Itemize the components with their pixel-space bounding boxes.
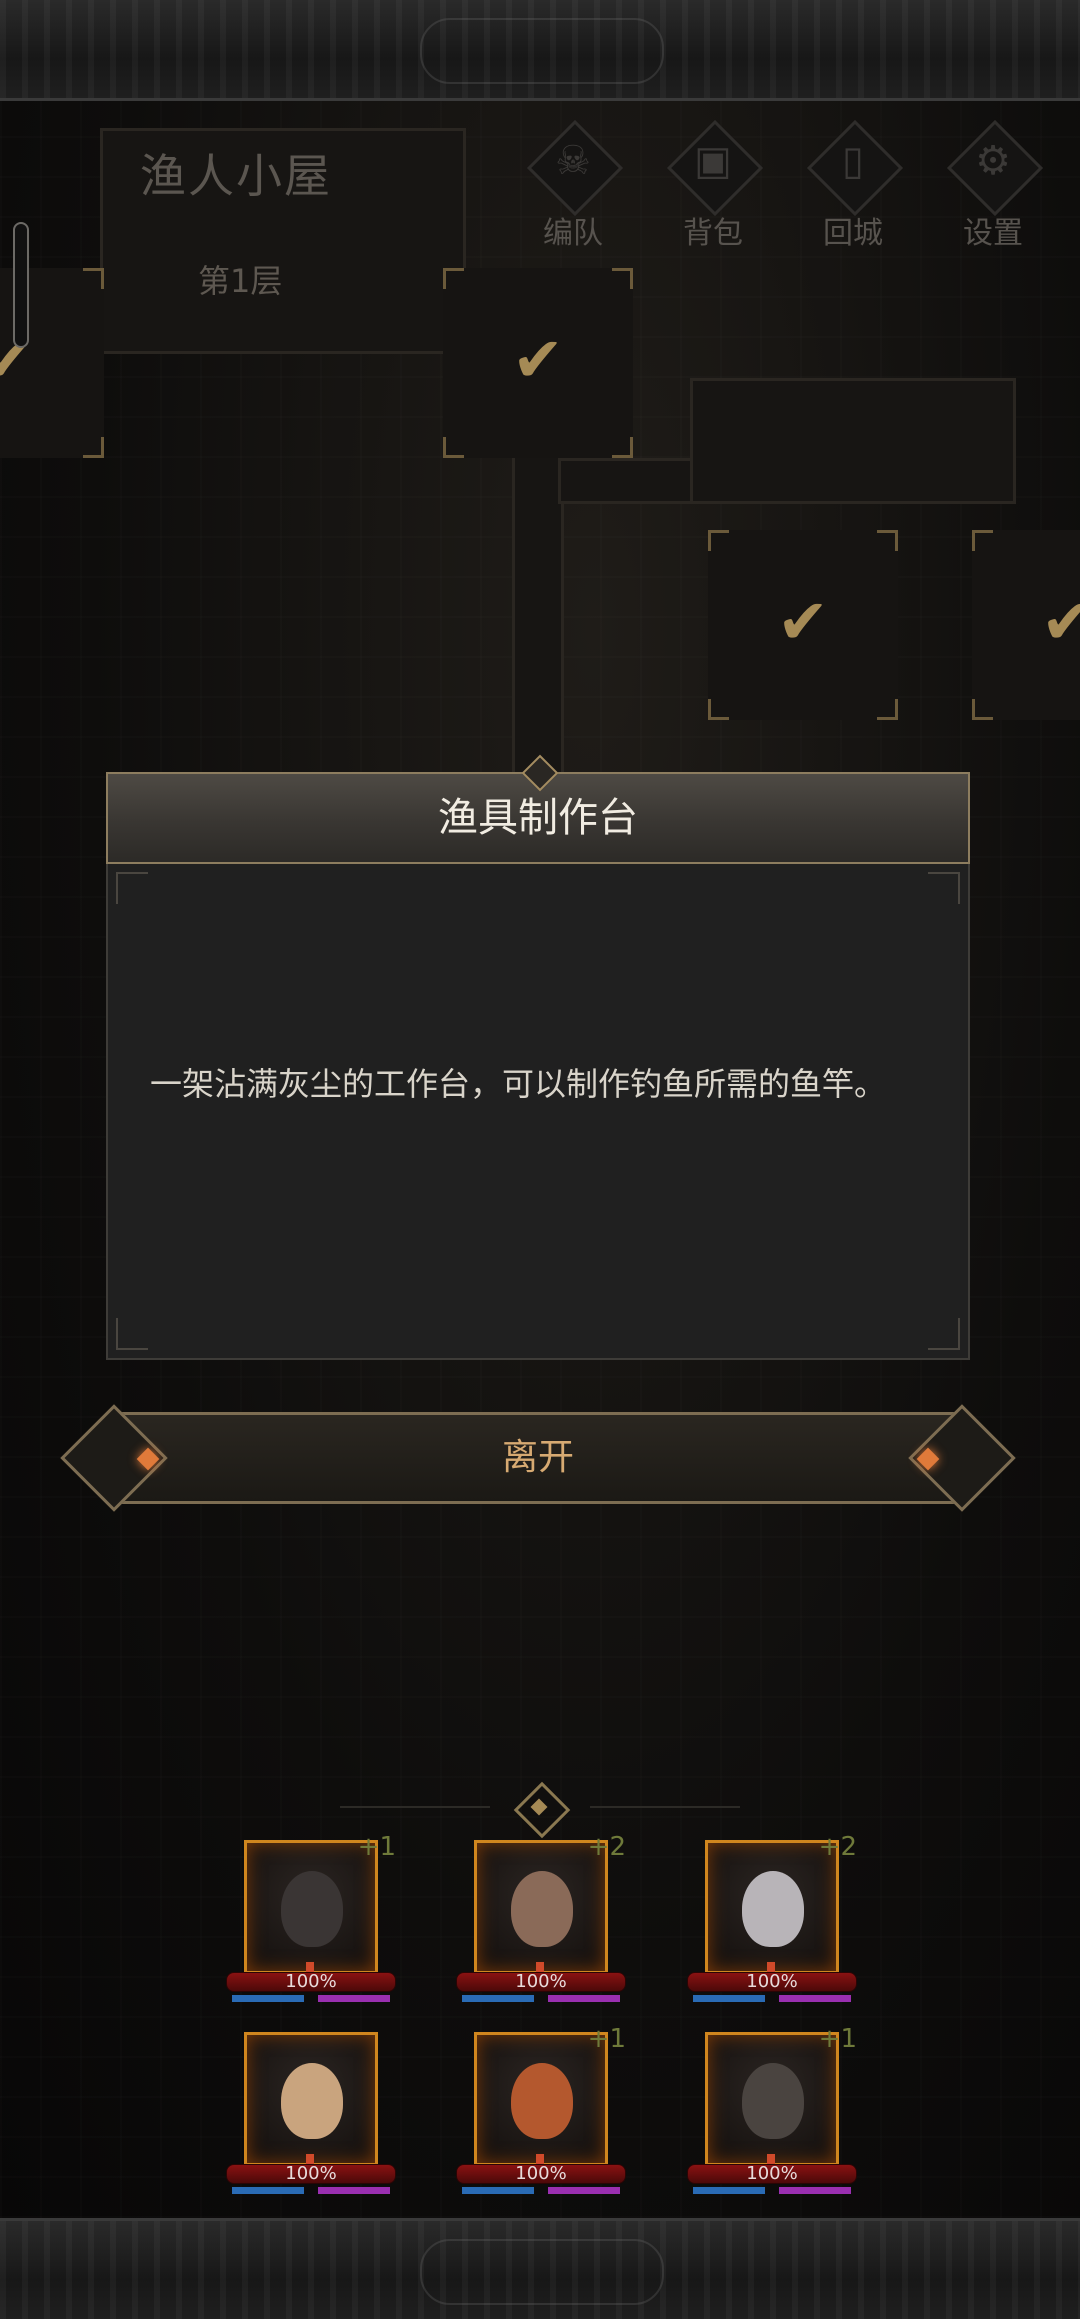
hero-hp-bar: 100% bbox=[687, 1972, 857, 1992]
door-icon: ▯ bbox=[805, 118, 904, 217]
hero-hp-bar: 100% bbox=[687, 2164, 857, 2184]
hero-card[interactable]: 100% bbox=[226, 2032, 396, 2202]
checkmark-icon: ✔ bbox=[1041, 584, 1080, 658]
hero-face bbox=[281, 1871, 343, 1947]
hero-card[interactable]: +2 100% bbox=[687, 1832, 857, 2010]
dialog-body: 一架沾满灰尘的工作台，可以制作钓鱼所需的鱼竿。 bbox=[106, 864, 970, 1360]
dialog-description: 一架沾满灰尘的工作台，可以制作钓鱼所需的鱼竿。 bbox=[150, 1065, 887, 1103]
map-room-completed[interactable]: ✔ bbox=[443, 268, 633, 458]
hero-bonus: +2 bbox=[587, 1832, 626, 1862]
leave-button-label: 离开 bbox=[501, 1437, 574, 1478]
map-corridor bbox=[690, 378, 1016, 504]
hero-card[interactable]: +1 100% bbox=[226, 1832, 396, 2010]
hero-resource-bars bbox=[462, 1995, 620, 2002]
menu-return-town-button[interactable]: ▯ 回城 bbox=[798, 118, 908, 252]
hero-bonus: +2 bbox=[818, 1832, 857, 1862]
gear-icon: ⚙ bbox=[945, 118, 1044, 217]
hero-hp-bar: 100% bbox=[226, 2164, 396, 2184]
hero-bonus: +1 bbox=[357, 1832, 396, 1862]
location-title: 渔人小屋 bbox=[140, 149, 332, 203]
menu-formation-button[interactable]: ☠ 编队 bbox=[518, 118, 628, 252]
hero-face bbox=[511, 1871, 573, 1947]
hero-hp-bar: 100% bbox=[456, 1972, 626, 1992]
hero-resource-bars bbox=[462, 2187, 620, 2194]
hero-face bbox=[281, 2063, 343, 2139]
hero-card[interactable]: +1 100% bbox=[456, 2024, 626, 2202]
skull-helmet-icon: ☠ bbox=[525, 118, 624, 217]
hero-resource-bars bbox=[693, 1995, 851, 2002]
map-room-completed[interactable]: ✔ bbox=[972, 530, 1080, 720]
menu-settings-button[interactable]: ⚙ 设置 bbox=[938, 118, 1048, 252]
hero-card[interactable]: +1 100% bbox=[687, 2024, 857, 2202]
checkmark-icon: ✔ bbox=[512, 322, 564, 396]
floor-label: 第1层 bbox=[198, 262, 283, 300]
hero-hp-bar: 100% bbox=[456, 2164, 626, 2184]
hero-hp-bar: 100% bbox=[226, 1972, 396, 1992]
hero-resource-bars bbox=[232, 2187, 390, 2194]
bottom-frame bbox=[0, 2218, 1080, 2319]
map-room-completed[interactable]: ✔ bbox=[708, 530, 898, 720]
hero-face bbox=[511, 2063, 573, 2139]
party-emblem-icon bbox=[513, 1781, 571, 1839]
hero-bonus: +1 bbox=[587, 2024, 626, 2054]
map-scroll-indicator[interactable] bbox=[13, 222, 29, 348]
hero-resource-bars bbox=[232, 1995, 390, 2002]
hero-bonus: +1 bbox=[818, 2024, 857, 2054]
hero-card[interactable]: +2 100% bbox=[456, 1832, 626, 2010]
checkmark-icon: ✔ bbox=[777, 584, 829, 658]
hero-portrait bbox=[244, 2032, 378, 2166]
hero-resource-bars bbox=[693, 2187, 851, 2194]
menu-backpack-button[interactable]: ▣ 背包 bbox=[658, 118, 768, 252]
leave-button[interactable]: 离开 bbox=[60, 1404, 1016, 1512]
hero-face bbox=[742, 1871, 804, 1947]
top-frame bbox=[0, 0, 1080, 101]
hero-face bbox=[742, 2063, 804, 2139]
backpack-icon: ▣ bbox=[665, 118, 764, 217]
